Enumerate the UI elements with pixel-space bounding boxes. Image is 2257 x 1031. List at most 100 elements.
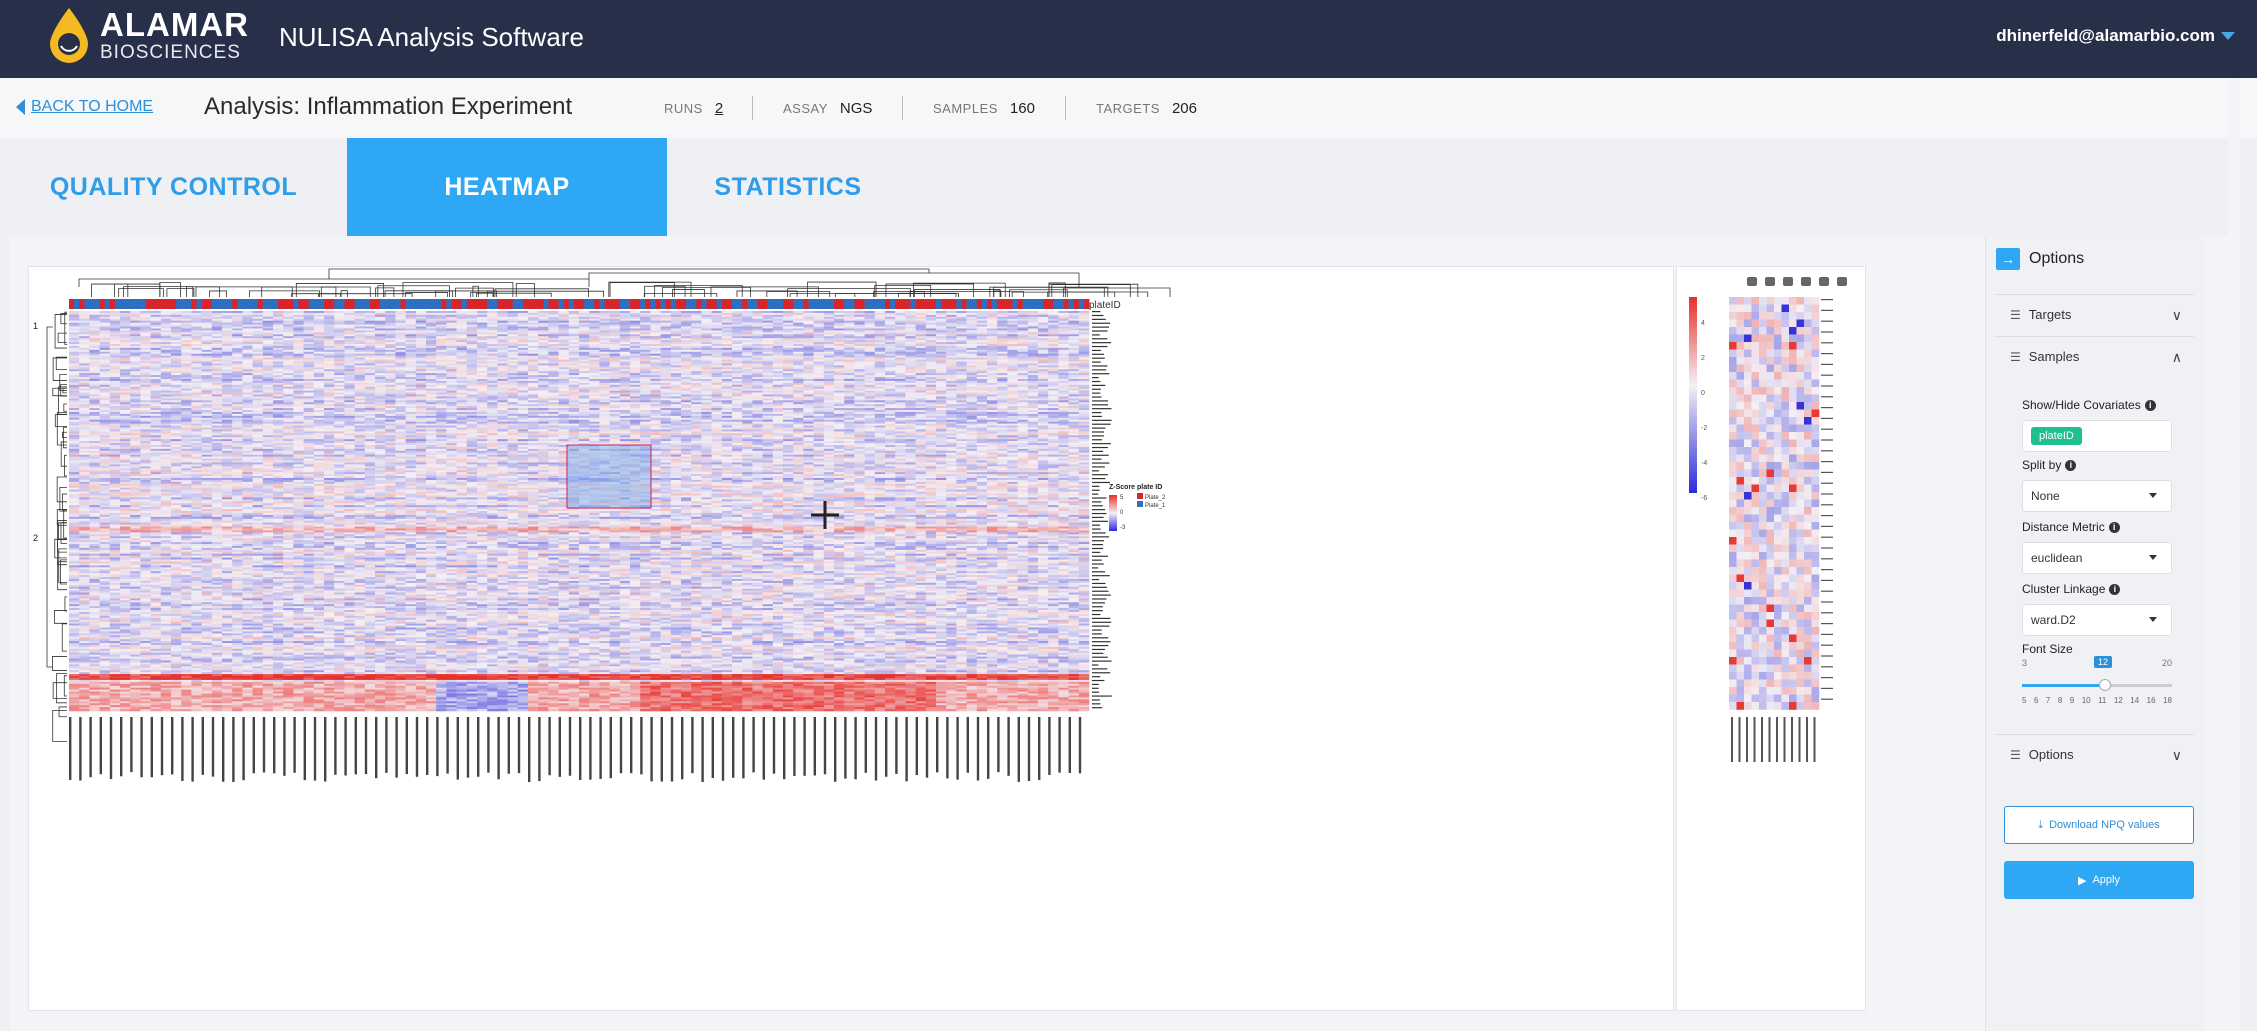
column-label bbox=[650, 717, 652, 781]
row-label bbox=[1092, 579, 1099, 580]
zoom-selection-box[interactable] bbox=[567, 445, 651, 508]
row-label bbox=[1092, 536, 1109, 537]
slider-thumb[interactable] bbox=[2099, 679, 2111, 691]
runs-value[interactable]: 2 bbox=[715, 100, 723, 117]
legend-colorbar bbox=[1109, 495, 1117, 531]
zoom-row-label bbox=[1821, 493, 1833, 494]
options-subsection[interactable]: ☰ Options ∨ bbox=[1994, 734, 2194, 774]
zoom-row-label bbox=[1821, 418, 1833, 419]
covariate-chip[interactable]: plateID bbox=[2031, 427, 2082, 445]
options-header[interactable]: → Options bbox=[1996, 248, 2084, 270]
covariate-strip bbox=[69, 299, 1089, 309]
heatmap-content: plateID 1 2 Z-Score plate ID 5 0 -3 Plate_2 Plat… bbox=[10, 236, 2230, 1031]
column-label bbox=[161, 717, 163, 775]
column-label bbox=[222, 717, 224, 782]
distance-metric-select[interactable]: euclidean bbox=[2022, 542, 2172, 574]
zoom-out-icon[interactable] bbox=[1819, 277, 1829, 286]
split-by-text: Split by bbox=[2022, 458, 2061, 472]
apply-button[interactable]: ▶ Apply bbox=[2004, 861, 2194, 899]
column-label bbox=[599, 717, 601, 779]
analysis-header: BACK TO HOME Analysis: Inflammation Expe… bbox=[0, 78, 2257, 138]
zoom-colorbar-tick: -4 bbox=[1701, 460, 1707, 467]
covariates-select[interactable]: plateID bbox=[2022, 420, 2172, 452]
row-label bbox=[1092, 676, 1100, 677]
zoom-column-label bbox=[1799, 717, 1801, 762]
back-to-home-link[interactable]: BACK TO HOME bbox=[16, 98, 153, 116]
zoom-colorbar bbox=[1689, 297, 1697, 493]
info-icon[interactable]: i bbox=[2109, 584, 2120, 595]
column-label bbox=[191, 717, 193, 782]
zoom-row-label bbox=[1821, 472, 1833, 473]
zoom-in-icon[interactable] bbox=[1801, 277, 1811, 286]
row-label bbox=[1092, 614, 1100, 615]
column-label bbox=[487, 717, 489, 773]
column-label bbox=[140, 717, 142, 777]
camera-icon[interactable] bbox=[1747, 277, 1757, 286]
row-label bbox=[1092, 385, 1105, 386]
zoom-column-label bbox=[1754, 717, 1756, 762]
home-icon[interactable] bbox=[1837, 277, 1847, 286]
column-label bbox=[100, 717, 102, 774]
meta-samples: SAMPLES 160 bbox=[933, 100, 1035, 117]
row-label bbox=[1092, 365, 1107, 366]
info-icon[interactable]: i bbox=[2065, 460, 2076, 471]
tab-heatmap[interactable]: HEATMAP bbox=[347, 138, 667, 236]
page-scrollbar[interactable] bbox=[2228, 78, 2240, 1031]
zoom-heatmap-cells[interactable] bbox=[1729, 297, 1819, 710]
heatmap-cells[interactable] bbox=[69, 311, 1089, 711]
row-label bbox=[1092, 509, 1105, 510]
zoom-row-label bbox=[1821, 342, 1833, 343]
font-size-slider[interactable] bbox=[2022, 684, 2172, 687]
column-label bbox=[467, 717, 469, 778]
pan-icon[interactable] bbox=[1783, 277, 1793, 286]
download-npq-button[interactable]: ⤓ Download NPQ values bbox=[2004, 806, 2194, 844]
zoom-heatmap-panel[interactable]: 4 2 0 -2 -4 -6 bbox=[1676, 266, 1866, 1011]
info-icon[interactable]: i bbox=[2109, 522, 2120, 533]
slider-fill bbox=[2022, 684, 2104, 687]
font-size-min: 3 bbox=[2022, 658, 2027, 668]
column-label bbox=[844, 717, 846, 779]
samples-value: 160 bbox=[1010, 100, 1035, 117]
samples-section[interactable]: ☰ Samples ∧ bbox=[1994, 336, 2194, 376]
column-label bbox=[538, 717, 540, 781]
zoom-colorbar-tick: 0 bbox=[1701, 390, 1705, 397]
targets-section[interactable]: ☰ Targets ∨ bbox=[1994, 294, 2194, 334]
back-arrow-icon bbox=[16, 99, 25, 115]
row-label bbox=[1092, 393, 1100, 394]
split-by-select[interactable]: None bbox=[2022, 480, 2172, 512]
row-label bbox=[1092, 606, 1103, 607]
cluster-linkage-select[interactable]: ward.D2 bbox=[2022, 604, 2172, 636]
tab-quality-control[interactable]: QUALITY CONTROL bbox=[0, 138, 347, 236]
row-label bbox=[1092, 688, 1099, 689]
heatmap-plot[interactable]: plateID12Z-Score plate ID50-3Plate_2Plat… bbox=[29, 267, 1675, 1012]
zoom-row-label bbox=[1821, 504, 1833, 505]
main-heatmap-panel[interactable]: plateID 1 2 Z-Score plate ID 5 0 -3 Plate_2 Plat… bbox=[28, 266, 1674, 1011]
legend-tick: -3 bbox=[1120, 525, 1126, 531]
column-label bbox=[426, 717, 428, 775]
row-label bbox=[1092, 548, 1103, 549]
dropdown-caret-icon bbox=[2149, 617, 2157, 622]
column-label bbox=[722, 717, 724, 781]
chevron-up-icon: ∧ bbox=[2172, 349, 2182, 366]
collapse-arrow-icon[interactable]: → bbox=[1996, 248, 2020, 270]
analysis-title: Analysis: Inflammation Experiment bbox=[204, 93, 572, 121]
zoom-column-label bbox=[1746, 717, 1748, 762]
samples-label: Samples bbox=[2029, 349, 2080, 364]
zoom-column-label bbox=[1784, 717, 1786, 762]
meta-divider bbox=[902, 96, 903, 120]
column-label bbox=[783, 717, 785, 779]
column-label bbox=[406, 717, 408, 774]
alamar-logo[interactable]: ALAMAR BIOSCIENCES bbox=[44, 6, 249, 64]
info-icon[interactable]: i bbox=[2145, 400, 2156, 411]
column-label bbox=[202, 717, 204, 775]
back-label: BACK TO HOME bbox=[31, 98, 153, 116]
zoom-icon[interactable] bbox=[1765, 277, 1775, 286]
user-menu[interactable]: dhinerfeld@alamarbio.com bbox=[1996, 26, 2235, 46]
user-email: dhinerfeld@alamarbio.com bbox=[1996, 26, 2215, 46]
zoom-row-label bbox=[1821, 634, 1833, 635]
logo-line2: BIOSCIENCES bbox=[100, 43, 249, 62]
zoom-heatmap-plot[interactable]: 420-2-4-6 bbox=[1677, 267, 1867, 1012]
column-label bbox=[120, 717, 122, 776]
row-label bbox=[1092, 455, 1109, 456]
tab-statistics[interactable]: STATISTICS bbox=[667, 138, 909, 236]
